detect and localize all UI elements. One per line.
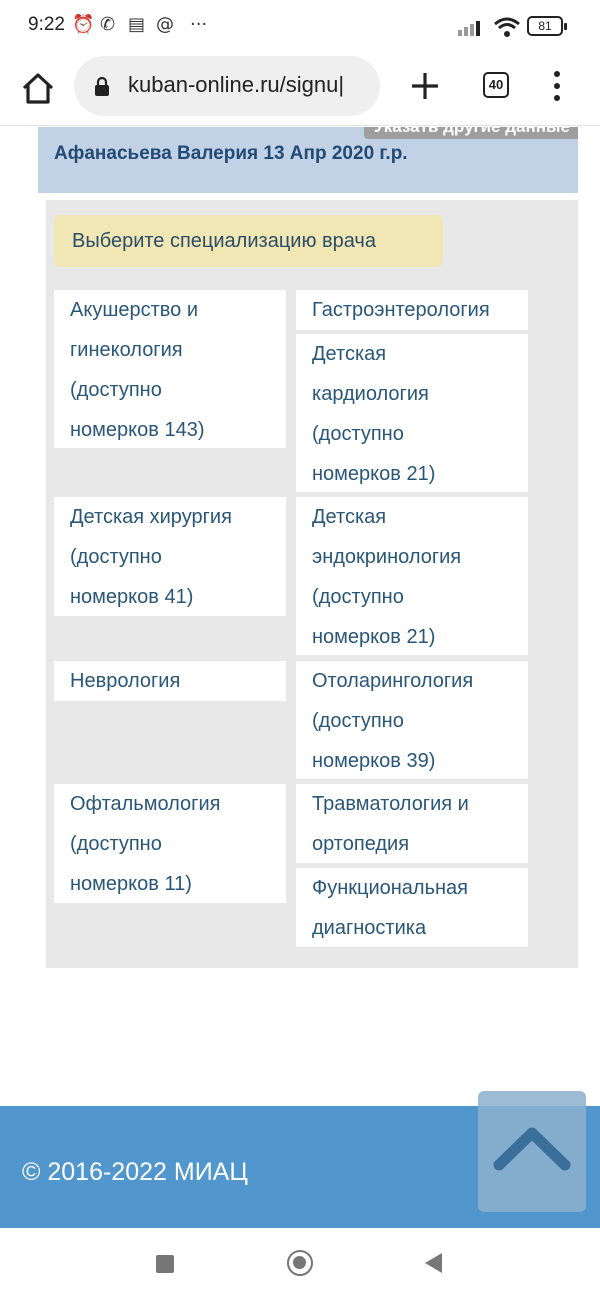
- spec-item-line: (доступно: [70, 833, 162, 855]
- status-time: 9:22: [28, 14, 65, 35]
- patient-name: Афанасьева Валерия 13 Апр 2020 г.р.: [54, 143, 408, 164]
- new-tab-icon[interactable]: [407, 68, 443, 104]
- spec-item-line: (доступно: [70, 379, 162, 401]
- lock-icon: [95, 76, 109, 96]
- news-icon: ▤: [128, 14, 146, 35]
- url-text: kuban-online.ru/signu|: [128, 72, 345, 97]
- scroll-to-top-button[interactable]: [478, 1091, 586, 1212]
- spec-item-line: номерков 21): [312, 463, 436, 485]
- other-data-button[interactable]: Указать другие данные: [363, 127, 578, 139]
- spec-item-line: Функциональная: [312, 877, 469, 899]
- whatsapp-icon: ✆: [100, 14, 116, 35]
- system-nav-bar: [0, 1228, 600, 1299]
- spec-item-line: номерков 143): [70, 419, 205, 441]
- spec-item-line: Детская: [312, 343, 387, 365]
- spec-item-line: Неврология: [70, 670, 181, 692]
- recent-apps-icon[interactable]: [156, 1255, 174, 1273]
- spec-item-gastroenterology[interactable]: Гастроэнтерология: [296, 290, 528, 330]
- spec-item-line: Акушерство и: [70, 299, 199, 321]
- spec-item-line: Детская: [312, 506, 387, 528]
- home-icon[interactable]: [18, 68, 58, 108]
- spec-item-line: (доступно: [70, 546, 162, 568]
- specialization-panel: Выберите специализацию врача Акушерство …: [46, 200, 578, 968]
- status-bar: 9:22 ⏰ ✆ ▤ @ ··· 81: [0, 0, 600, 52]
- spec-item-line: эндокринология: [312, 546, 462, 568]
- spec-item-line: (доступно: [312, 710, 404, 732]
- spec-item-line: номерков 41): [70, 586, 194, 608]
- patient-panel: Указать другие данные Афанасьева Валерия…: [38, 127, 578, 193]
- spec-item-line: номерков 11): [70, 873, 192, 895]
- spec-item-line: (доступно: [312, 423, 404, 445]
- browser-toolbar: kuban-online.ru/signu| 40: [0, 52, 600, 126]
- spec-item-traumatology[interactable]: Травматология и ортопедия: [296, 784, 528, 863]
- spec-item-line: Отоларингология: [312, 670, 474, 692]
- tab-switcher-button[interactable]: 40: [483, 72, 509, 98]
- spec-item-child-surgery[interactable]: Детская хирургия (доступно номерков 41): [54, 497, 286, 616]
- spec-item-neurology[interactable]: Неврология: [54, 661, 286, 701]
- back-icon[interactable]: [425, 1253, 442, 1273]
- battery-icon: 81: [527, 16, 567, 36]
- spec-item-line: кардиология: [312, 383, 429, 405]
- spec-item-line: Офтальмология: [70, 793, 221, 815]
- alarm-icon: ⏰: [72, 14, 95, 35]
- spec-item-line: Гастроэнтерология: [312, 299, 490, 321]
- menu-dots-icon[interactable]: [548, 68, 566, 104]
- spec-item-line: номерков 21): [312, 626, 436, 648]
- spec-item-line: диагностика: [312, 917, 427, 939]
- more-notifications-icon: ···: [190, 14, 208, 35]
- spec-item-line: номерков 39): [312, 750, 436, 772]
- at-icon: @: [156, 14, 174, 35]
- spec-item-child-endocrinology[interactable]: Детская эндокринология (доступно номерко…: [296, 497, 528, 655]
- spec-item-line: ортопедия: [312, 833, 410, 855]
- signal-icon: [458, 21, 480, 36]
- spec-item-otolaryngology[interactable]: Отоларингология (доступно номерков 39): [296, 661, 528, 779]
- home-nav-icon[interactable]: [287, 1250, 313, 1276]
- specialization-title: Выберите специализацию врача: [54, 215, 443, 267]
- spec-item-functional-diagnostics[interactable]: Функциональная диагностика: [296, 868, 528, 947]
- spec-item-obstetrics[interactable]: Акушерство и гинекология (доступно номер…: [54, 290, 286, 448]
- chevron-up-icon: [493, 1127, 571, 1171]
- screen: 9:22 ⏰ ✆ ▤ @ ··· 81 kuban-online.ru/sign…: [0, 0, 600, 1299]
- copyright-text: © 2016-2022 МИАЦ: [22, 1158, 248, 1186]
- address-bar[interactable]: kuban-online.ru/signu|: [74, 56, 380, 116]
- spec-item-ophthalmology[interactable]: Офтальмология (доступно номерков 11): [54, 784, 286, 903]
- spec-item-child-cardiology[interactable]: Детская кардиология (доступно номерков 2…: [296, 334, 528, 492]
- spec-item-line: Травматология и: [312, 793, 469, 815]
- spec-item-line: Детская хирургия: [70, 506, 232, 528]
- spec-item-line: (доступно: [312, 586, 404, 608]
- spec-item-line: гинекология: [70, 339, 183, 361]
- wifi-icon: [494, 17, 520, 37]
